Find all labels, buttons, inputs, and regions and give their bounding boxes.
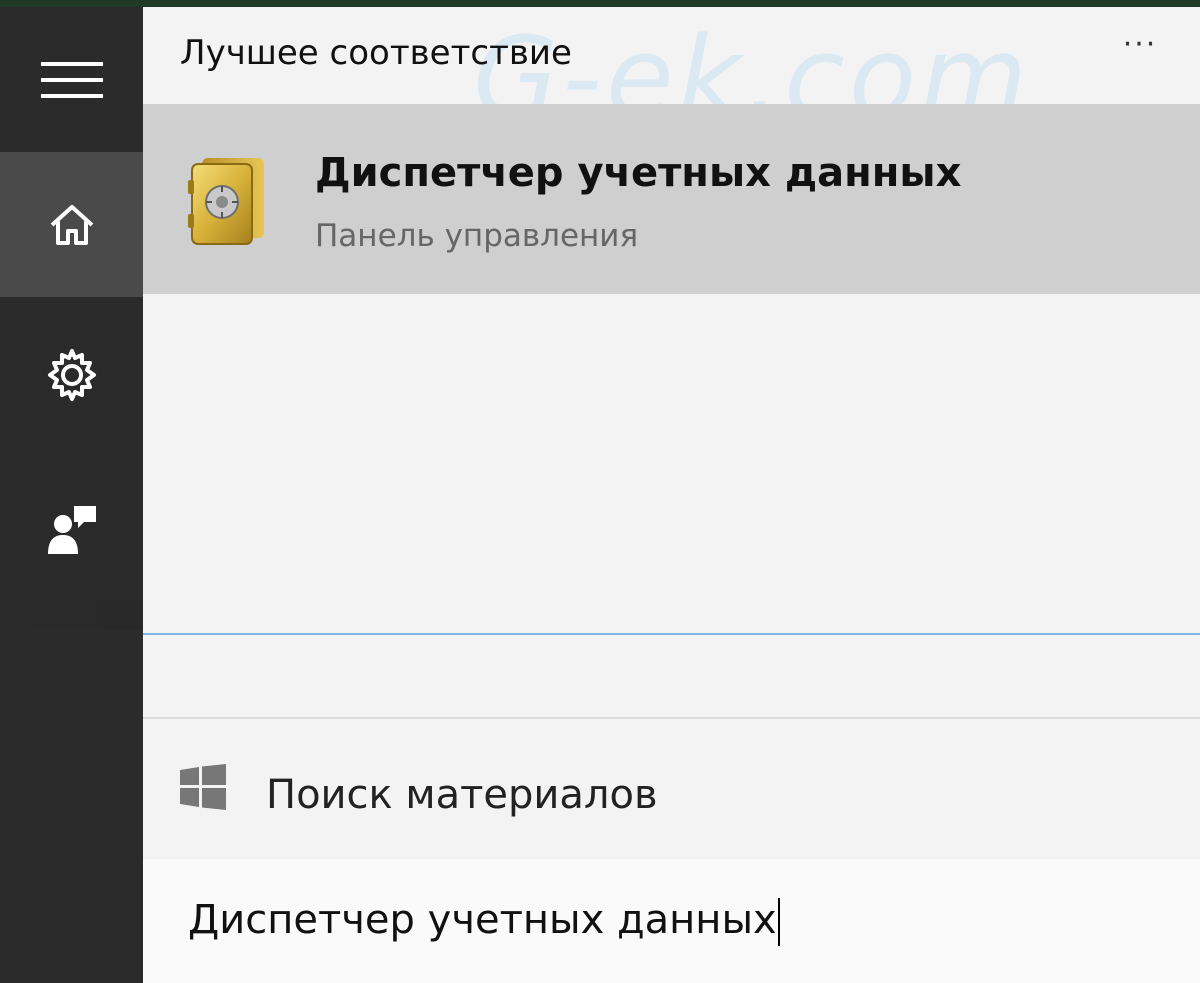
desktop-background <box>0 0 1200 7</box>
home-icon <box>50 204 93 245</box>
home-button[interactable] <box>0 152 143 297</box>
result-title: Диспетчер учетных данных <box>315 150 962 196</box>
more-options-button[interactable]: ··· <box>1110 25 1170 75</box>
left-rail <box>0 7 143 983</box>
gear-icon <box>47 348 96 401</box>
search-web-button[interactable]: Поиск материалов <box>143 719 1200 859</box>
feedback-icon <box>47 505 96 554</box>
best-match-result[interactable]: Диспетчер учетных данных Панель управлен… <box>143 104 1200 294</box>
accent-divider <box>143 633 1200 635</box>
settings-button[interactable] <box>0 302 143 447</box>
safe-icon <box>188 158 264 245</box>
search-box[interactable]: Диспетчер учетных данных <box>143 859 1200 983</box>
hamburger-icon <box>40 61 103 98</box>
feedback-button[interactable] <box>0 457 143 602</box>
search-web-label: Поиск материалов <box>266 772 658 818</box>
text-caret <box>777 898 780 946</box>
best-match-header: Лучшее соответствие <box>180 33 572 73</box>
menu-button[interactable] <box>0 7 143 152</box>
search-window: G-ek.com Лучшее соответствие ··· Диспетч… <box>0 0 1200 983</box>
result-subtitle: Панель управления <box>315 218 639 254</box>
search-input-text: Диспетчер учетных данных <box>188 897 777 943</box>
search-results-panel: G-ek.com Лучшее соответствие ··· Диспетч… <box>143 7 1200 983</box>
windows-logo-icon <box>180 764 226 810</box>
search-input[interactable]: Диспетчер учетных данных <box>188 897 1168 953</box>
